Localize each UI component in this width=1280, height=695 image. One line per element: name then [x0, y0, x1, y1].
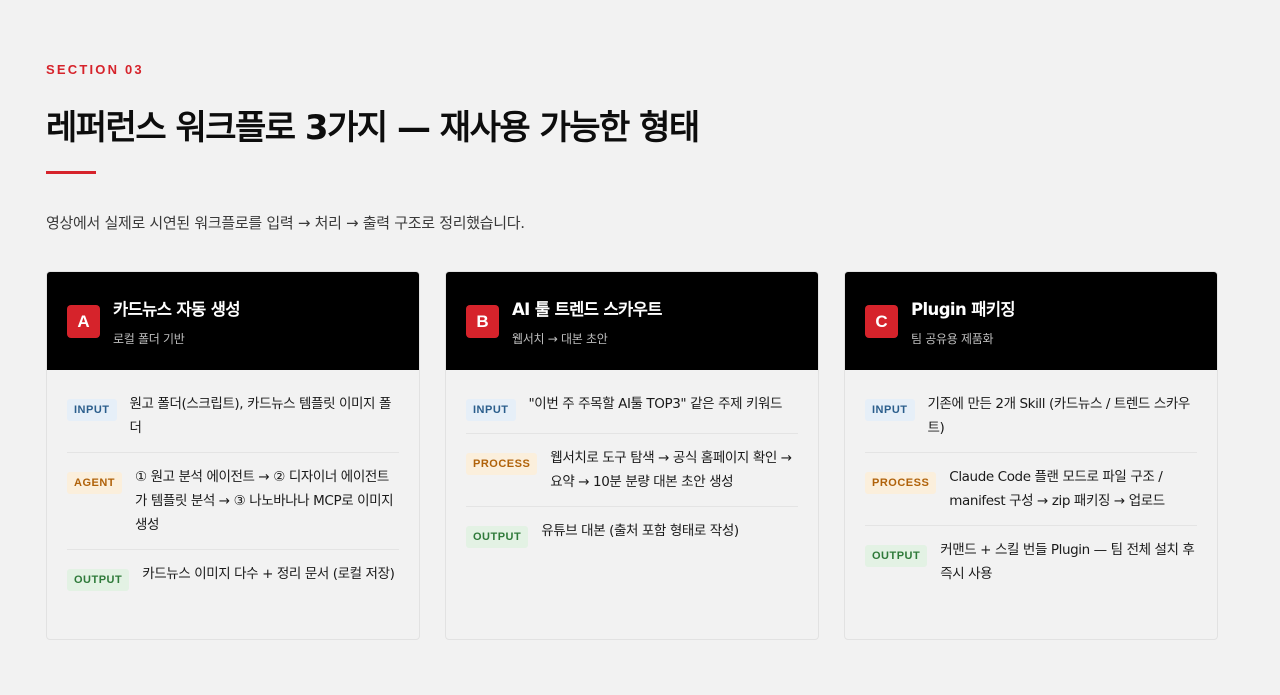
output-tag: OUTPUT: [466, 526, 529, 548]
workflow-row: PROCESS Claude Code 플랜 모드로 파일 구조 / manif…: [865, 465, 1197, 526]
workflow-card-b: B AI 툴 트렌드 스카우트 웹서치 → 대본 초안 INPUT "이번 주 …: [445, 271, 819, 640]
row-text: Claude Code 플랜 모드로 파일 구조 / manifest 구성 →…: [949, 469, 1165, 509]
section-label: SECTION 03: [46, 62, 144, 77]
workflow-row: OUTPUT 커맨드 + 스킬 번들 Plugin — 팀 전체 설치 후 즉시…: [865, 538, 1197, 598]
page-title: 레퍼런스 워크플로 3가지 — 재사용 가능한 형태: [46, 108, 700, 148]
agent-tag: AGENT: [67, 472, 122, 494]
workflow-row: OUTPUT 유튜브 대본 (출처 포함 형태로 작성): [466, 519, 798, 560]
output-tag: OUTPUT: [865, 545, 928, 567]
process-tag: PROCESS: [865, 472, 937, 494]
card-rows: INPUT 원고 폴더(스크립트), 카드뉴스 템플릿 이미지 폴더 AGENT…: [67, 392, 399, 615]
row-text: 기존에 만든 2개 Skill (카드뉴스 / 트렌드 스카우트): [927, 396, 1191, 436]
card-badge: C: [865, 305, 898, 338]
workflow-row: PROCESS 웹서치로 도구 탐색 → 공식 홈페이지 확인 → 요약 → 1…: [466, 446, 798, 507]
card-rows: INPUT 기존에 만든 2개 Skill (카드뉴스 / 트렌드 스카우트) …: [865, 392, 1197, 610]
process-tag: PROCESS: [466, 453, 538, 475]
input-tag: INPUT: [466, 399, 516, 421]
row-text: 웹서치로 도구 탐색 → 공식 홈페이지 확인 → 요약 → 10분 분량 대본…: [550, 450, 792, 490]
row-text: 카드뉴스 이미지 다수 + 정리 문서 (로컬 저장): [142, 566, 395, 582]
workflow-card-a: A 카드뉴스 자동 생성 로컬 폴더 기반 INPUT 원고 폴더(스크립트),…: [46, 271, 420, 640]
card-subtitle: 팀 공유용 제품화: [911, 332, 994, 346]
title-underline: [46, 171, 96, 174]
workflow-row: INPUT 원고 폴더(스크립트), 카드뉴스 템플릿 이미지 폴더: [67, 392, 399, 453]
card-badge: A: [67, 305, 100, 338]
workflow-row: INPUT 기존에 만든 2개 Skill (카드뉴스 / 트렌드 스카우트): [865, 392, 1197, 453]
workflow-row: OUTPUT 카드뉴스 이미지 다수 + 정리 문서 (로컬 저장): [67, 562, 399, 603]
row-text: 원고 폴더(스크립트), 카드뉴스 템플릿 이미지 폴더: [129, 396, 392, 436]
card-rows: INPUT "이번 주 주목할 AI툴 TOP3" 같은 주제 키워드 PROC…: [466, 392, 798, 572]
output-tag: OUTPUT: [67, 569, 130, 591]
workflow-row: AGENT ① 원고 분석 에이전트 → ② 디자이너 에이전트가 템플릿 분석…: [67, 465, 399, 550]
card-header: C Plugin 패키징 팀 공유용 제품화: [845, 272, 1217, 370]
row-text: 유튜브 대본 (출처 포함 형태로 작성): [541, 523, 739, 539]
row-text: 커맨드 + 스킬 번들 Plugin — 팀 전체 설치 후 즉시 사용: [940, 542, 1195, 582]
workflow-row: INPUT "이번 주 주목할 AI툴 TOP3" 같은 주제 키워드: [466, 392, 798, 434]
card-subtitle: 웹서치 → 대본 초안: [512, 332, 608, 346]
section-page: SECTION 03 레퍼런스 워크플로 3가지 — 재사용 가능한 형태 영상…: [0, 0, 1280, 695]
card-header: B AI 툴 트렌드 스카우트 웹서치 → 대본 초안: [446, 272, 818, 370]
lead-text: 영상에서 실제로 시연된 워크플로를 입력 → 처리 → 출력 구조로 정리했습…: [46, 214, 525, 232]
card-title: Plugin 패키징: [911, 300, 1016, 319]
workflow-cards: A 카드뉴스 자동 생성 로컬 폴더 기반 INPUT 원고 폴더(스크립트),…: [46, 271, 1218, 640]
card-badge: B: [466, 305, 499, 338]
input-tag: INPUT: [67, 399, 117, 421]
row-text: ① 원고 분석 에이전트 → ② 디자이너 에이전트가 템플릿 분석 → ③ 나…: [135, 469, 394, 533]
workflow-card-c: C Plugin 패키징 팀 공유용 제품화 INPUT 기존에 만든 2개 S…: [844, 271, 1218, 640]
card-title: AI 툴 트렌드 스카우트: [512, 300, 662, 319]
input-tag: INPUT: [865, 399, 915, 421]
row-text: "이번 주 주목할 AI툴 TOP3" 같은 주제 키워드: [528, 396, 783, 412]
card-subtitle: 로컬 폴더 기반: [113, 332, 185, 346]
card-title: 카드뉴스 자동 생성: [113, 300, 241, 319]
card-header: A 카드뉴스 자동 생성 로컬 폴더 기반: [47, 272, 419, 370]
